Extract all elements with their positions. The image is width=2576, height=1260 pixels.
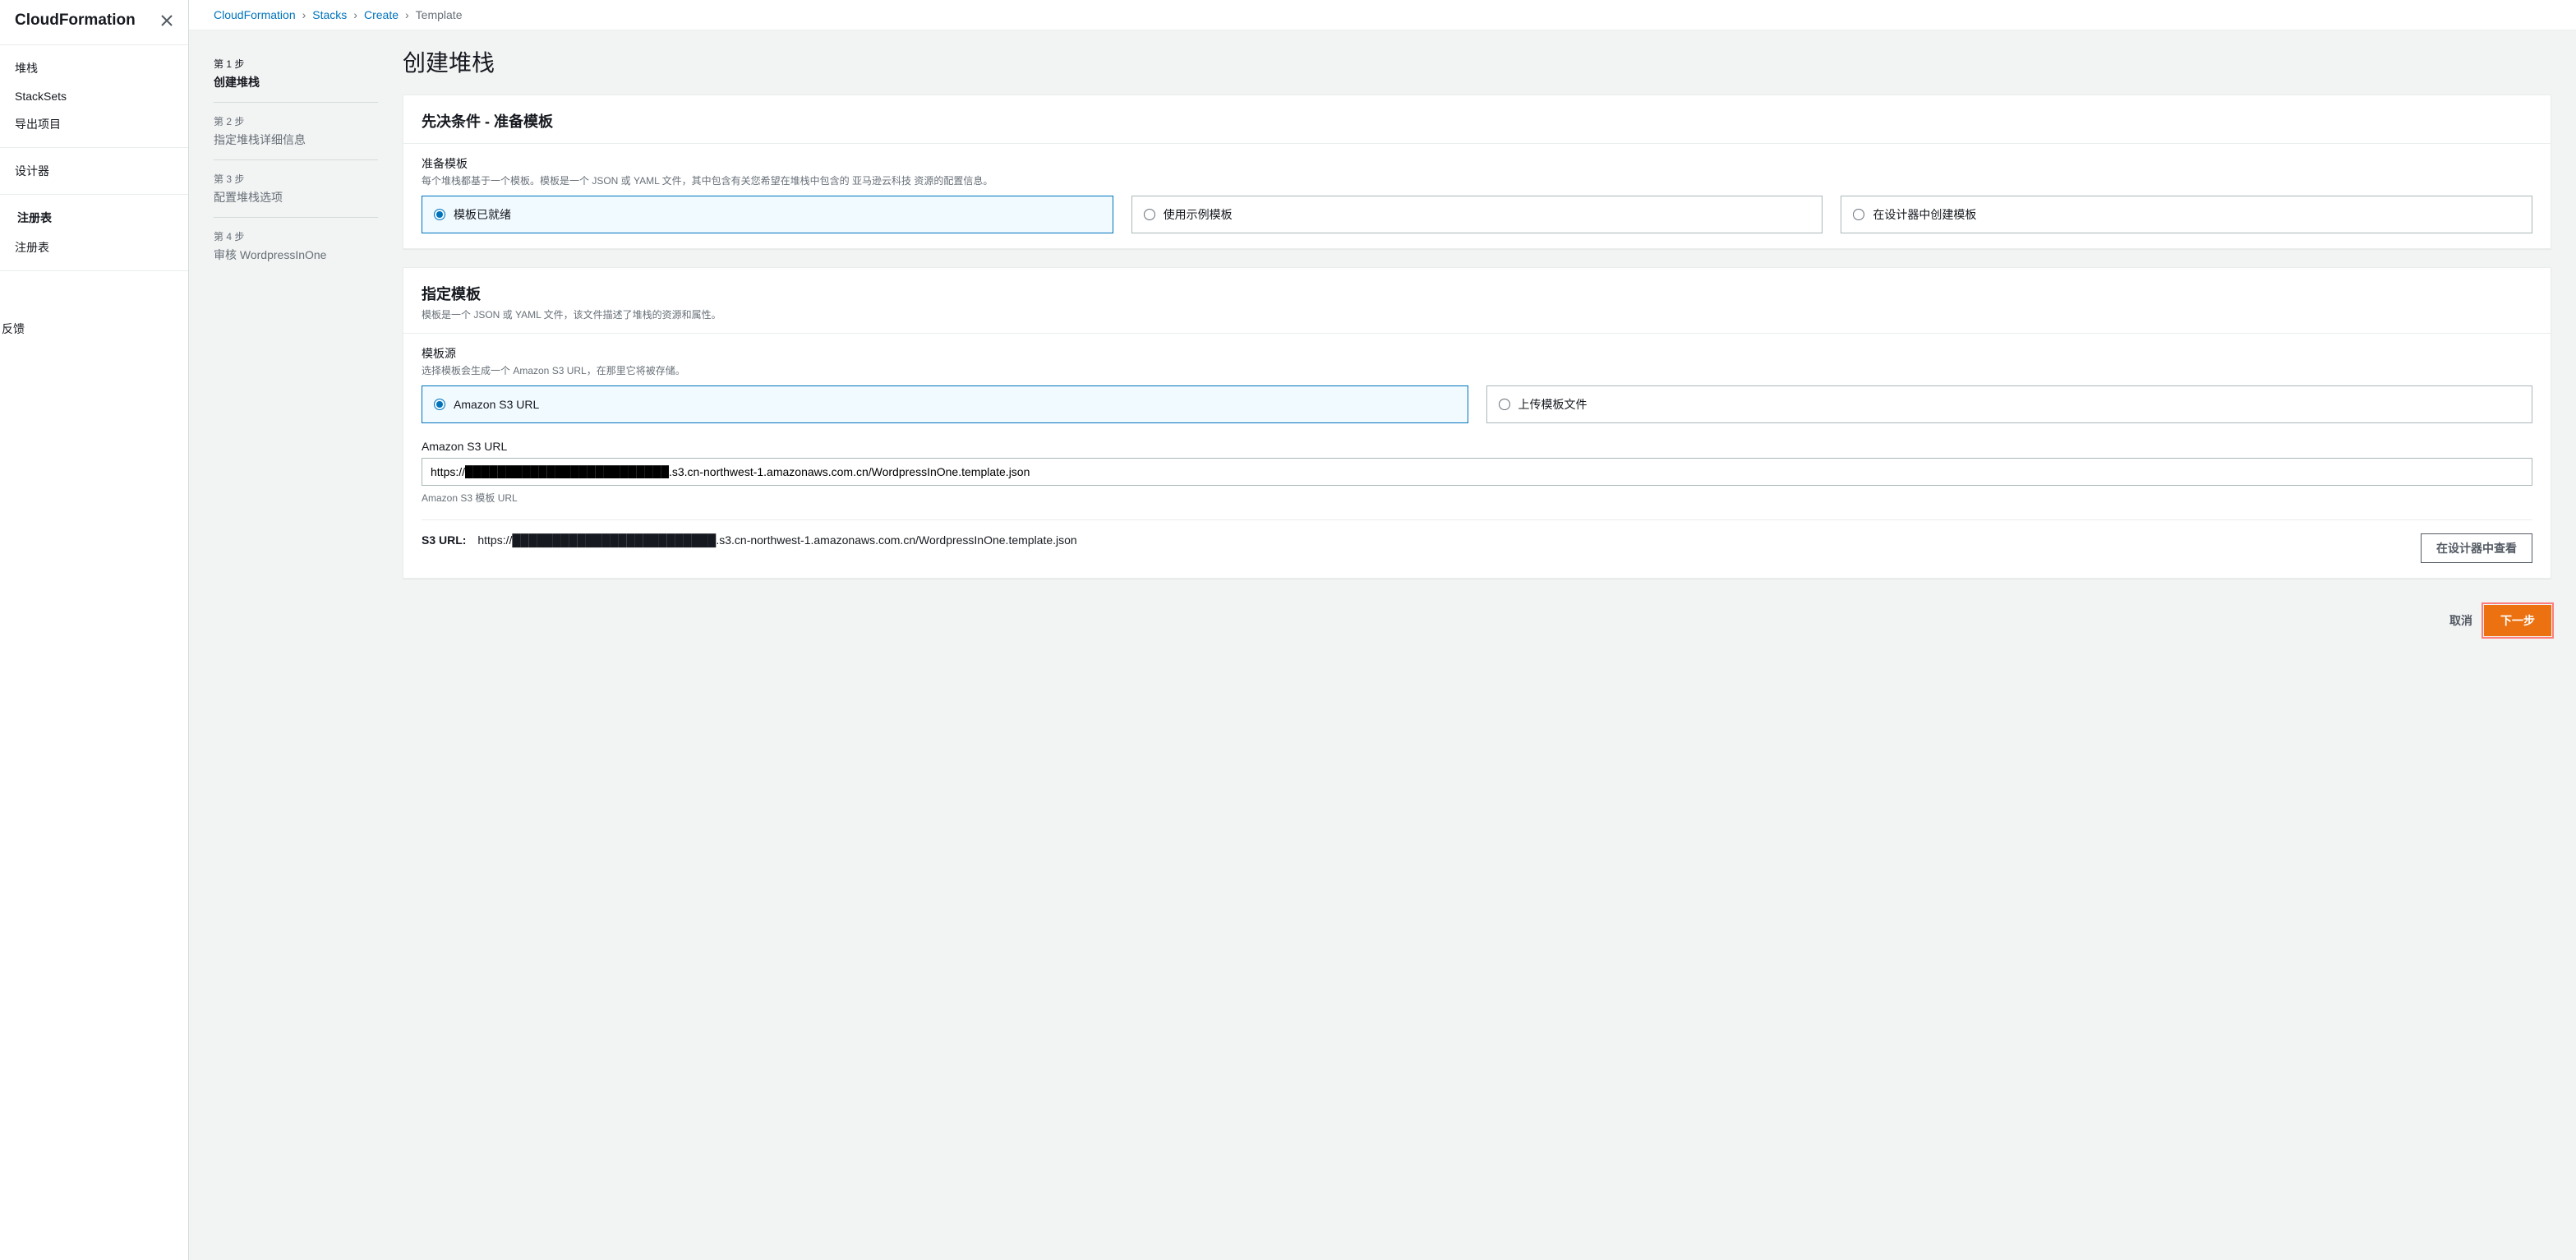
field-label: Amazon S3 URL bbox=[422, 440, 2532, 453]
s3-url-input[interactable] bbox=[422, 458, 2532, 486]
radio-s3-url[interactable]: Amazon S3 URL bbox=[422, 385, 1468, 423]
breadcrumb-current: Template bbox=[416, 8, 463, 21]
card-prerequisite: 先决条件 - 准备模板 准备模板 每个堆栈都基于一个模板。模板是一个 JSON … bbox=[403, 95, 2551, 249]
page-title: 创建堆栈 bbox=[403, 45, 2551, 78]
card-body: 模板源 选择模板会生成一个 Amazon S3 URL，在那里它将被存储。 Am… bbox=[403, 334, 2551, 578]
step-label: 指定堆栈详细信息 bbox=[214, 132, 378, 148]
breadcrumb-item[interactable]: Create bbox=[364, 8, 399, 21]
breadcrumb-item[interactable]: CloudFormation bbox=[214, 8, 296, 21]
s3-url-display: S3 URL: https://████████████████████████… bbox=[422, 533, 2404, 547]
radio-group-template-source: Amazon S3 URL 上传模板文件 bbox=[422, 385, 2532, 423]
sidebar-group: 堆栈 StackSets 导出项目 bbox=[0, 45, 188, 148]
card-header: 先决条件 - 准备模板 bbox=[403, 95, 2551, 144]
field-label: 准备模板 bbox=[422, 155, 2532, 172]
field-hint: Amazon S3 模板 URL bbox=[422, 491, 2532, 505]
sidebar: CloudFormation 堆栈 StackSets 导出项目 设计器 注册表… bbox=[0, 0, 189, 1260]
card-header: 指定模板 模板是一个 JSON 或 YAML 文件，该文件描述了堆栈的资源和属性… bbox=[403, 268, 2551, 334]
wizard-step-1[interactable]: 第 1 步 创建堆栈 bbox=[214, 45, 378, 103]
step-label: 创建堆栈 bbox=[214, 74, 378, 90]
wizard-step-4[interactable]: 第 4 步 审核 WordpressInOne bbox=[214, 218, 378, 275]
s3-url-display-value: https://█████████████████████████.s3.cn-… bbox=[477, 533, 1076, 547]
field-description: 选择模板会生成一个 Amazon S3 URL，在那里它将被存储。 bbox=[422, 363, 2532, 377]
breadcrumb-item[interactable]: Stacks bbox=[312, 8, 347, 21]
wizard-step-3[interactable]: 第 3 步 配置堆栈选项 bbox=[214, 160, 378, 218]
wizard-steps: 第 1 步 创建堆栈 第 2 步 指定堆栈详细信息 第 3 步 配置堆栈选项 第… bbox=[189, 45, 403, 654]
form-column: 创建堆栈 先决条件 - 准备模板 准备模板 每个堆栈都基于一个模板。模板是一个 … bbox=[403, 45, 2576, 654]
card-body: 准备模板 每个堆栈都基于一个模板。模板是一个 JSON 或 YAML 文件，其中… bbox=[403, 144, 2551, 248]
radio-label: 使用示例模板 bbox=[1164, 206, 1233, 223]
step-number: 第 2 步 bbox=[214, 114, 378, 128]
chevron-right-icon: › bbox=[302, 8, 306, 21]
cancel-button[interactable]: 取消 bbox=[2449, 605, 2472, 636]
sidebar-group: 注册表 注册表 bbox=[0, 195, 188, 271]
footer-actions: 取消 下一步 bbox=[403, 597, 2551, 654]
radio-label: 模板已就绪 bbox=[454, 206, 511, 223]
sidebar-item-registry[interactable]: 注册表 bbox=[0, 203, 188, 233]
radio-sample-template[interactable]: 使用示例模板 bbox=[1131, 196, 1823, 233]
chevron-right-icon: › bbox=[353, 8, 357, 21]
field-description: 每个堆栈都基于一个模板。模板是一个 JSON 或 YAML 文件，其中包含有关您… bbox=[422, 173, 2532, 187]
sidebar-item-stacks[interactable]: 堆栈 bbox=[0, 53, 188, 83]
radio-icon bbox=[434, 209, 445, 220]
step-number: 第 1 步 bbox=[214, 57, 378, 71]
radio-upload-file[interactable]: 上传模板文件 bbox=[1486, 385, 2533, 423]
card-specify-template: 指定模板 模板是一个 JSON 或 YAML 文件，该文件描述了堆栈的资源和属性… bbox=[403, 267, 2551, 579]
radio-label: 在设计器中创建模板 bbox=[1873, 206, 1976, 223]
radio-group-prepare-template: 模板已就绪 使用示例模板 在设计器中创建模板 bbox=[422, 196, 2532, 233]
card-title: 先决条件 - 准备模板 bbox=[422, 110, 2532, 132]
step-label: 审核 WordpressInOne bbox=[214, 247, 378, 263]
radio-create-designer[interactable]: 在设计器中创建模板 bbox=[1841, 196, 2532, 233]
card-subtitle: 模板是一个 JSON 或 YAML 文件，该文件描述了堆栈的资源和属性。 bbox=[422, 307, 2532, 321]
sidebar-item-feedback[interactable]: 反馈 bbox=[0, 312, 188, 345]
sidebar-item-exports[interactable]: 导出项目 bbox=[0, 109, 188, 139]
content-wrap: 第 1 步 创建堆栈 第 2 步 指定堆栈详细信息 第 3 步 配置堆栈选项 第… bbox=[189, 30, 2576, 654]
s3-url-display-row: S3 URL: https://████████████████████████… bbox=[422, 519, 2532, 563]
next-button[interactable]: 下一步 bbox=[2484, 605, 2551, 636]
sidebar-item-stacksets[interactable]: StackSets bbox=[0, 83, 188, 109]
radio-icon bbox=[434, 399, 445, 410]
sidebar-item-designer[interactable]: 设计器 bbox=[0, 156, 188, 186]
radio-icon bbox=[1499, 399, 1510, 410]
sidebar-group: 设计器 bbox=[0, 148, 188, 195]
chevron-right-icon: › bbox=[405, 8, 409, 21]
view-in-designer-button[interactable]: 在设计器中查看 bbox=[2421, 533, 2532, 563]
card-title: 指定模板 bbox=[422, 283, 2532, 304]
radio-label: 上传模板文件 bbox=[1518, 396, 1588, 413]
radio-template-ready[interactable]: 模板已就绪 bbox=[422, 196, 1113, 233]
field-label: 模板源 bbox=[422, 345, 2532, 362]
s3-url-display-label: S3 URL: bbox=[422, 533, 466, 547]
step-number: 第 3 步 bbox=[214, 172, 378, 186]
sidebar-title: CloudFormation bbox=[15, 12, 136, 30]
radio-label: Amazon S3 URL bbox=[454, 398, 539, 411]
main: CloudFormation › Stacks › Create › Templ… bbox=[189, 0, 2576, 1260]
step-number: 第 4 步 bbox=[214, 229, 378, 243]
sidebar-item-registry-2[interactable]: 注册表 bbox=[0, 233, 188, 262]
wizard-step-2[interactable]: 第 2 步 指定堆栈详细信息 bbox=[214, 103, 378, 160]
step-label: 配置堆栈选项 bbox=[214, 189, 378, 205]
close-icon[interactable] bbox=[160, 14, 173, 27]
breadcrumb: CloudFormation › Stacks › Create › Templ… bbox=[189, 0, 2576, 30]
radio-icon bbox=[1144, 209, 1155, 220]
sidebar-header: CloudFormation bbox=[0, 0, 188, 45]
radio-icon bbox=[1853, 209, 1864, 220]
